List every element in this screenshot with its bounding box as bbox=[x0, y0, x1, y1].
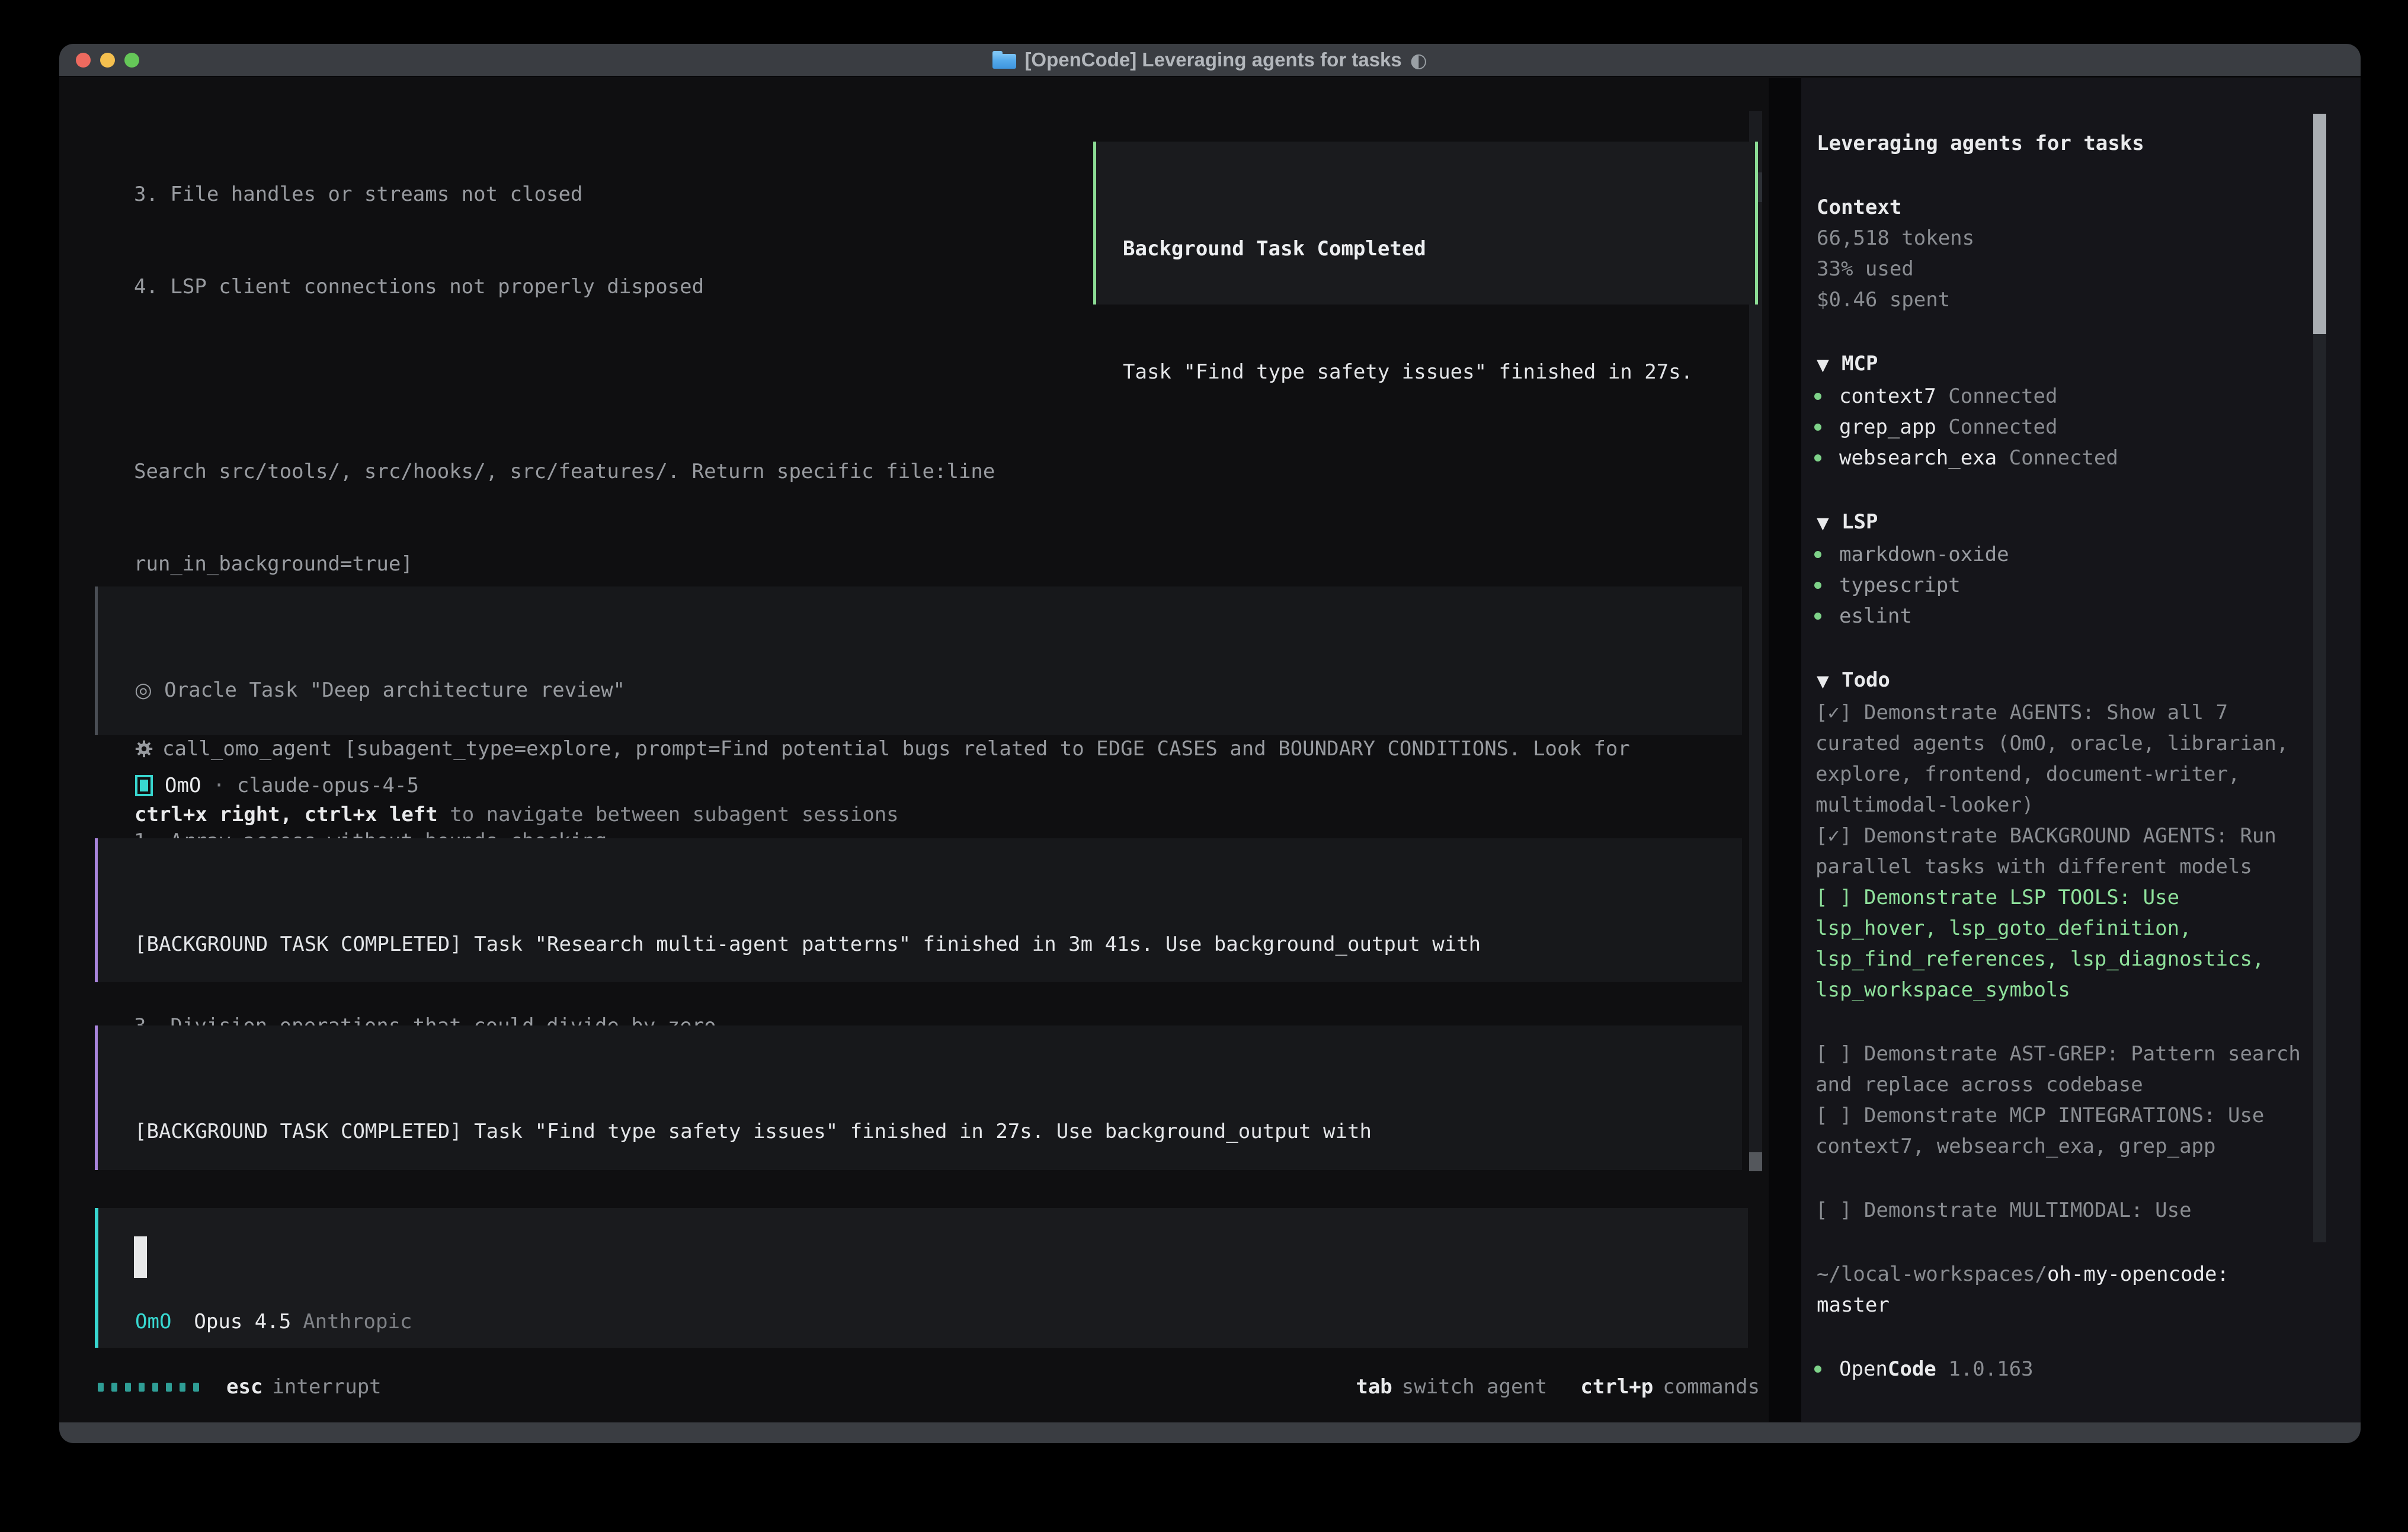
progress-spinner bbox=[98, 1383, 199, 1392]
tab-key-hint: tab bbox=[1356, 1371, 1392, 1402]
lsp-item: eslint bbox=[1811, 601, 2311, 632]
collapse-triangle-icon: ▼ bbox=[1817, 666, 1842, 697]
green-dot-icon bbox=[1814, 582, 1821, 589]
terminal-pane: 3. File handles or streams not closed 4.… bbox=[59, 78, 1769, 1422]
todo-section-header[interactable]: ▼Todo bbox=[1811, 665, 2311, 697]
background-task-message: [BACKGROUND TASK COMPLETED] Task "Find t… bbox=[95, 1025, 1742, 1170]
sidebar-scrollbar[interactable] bbox=[2313, 114, 2326, 1242]
prompt-input[interactable]: OmO Opus 4.5 Anthropic bbox=[95, 1208, 1748, 1348]
window-title: [OpenCode] Leveraging agents for tasks ◐ bbox=[992, 49, 1427, 72]
workspace-path: ~/local-workspaces/oh-my-opencode: bbox=[1811, 1259, 2311, 1290]
agent-model: claude-opus-4-5 bbox=[237, 770, 419, 801]
half-circle-icon: ◐ bbox=[1410, 49, 1427, 72]
subagent-nav-hint: ctrl+x right, ctrl+x left to navigate be… bbox=[135, 802, 1742, 827]
mcp-item: context7 Connected bbox=[1811, 381, 2311, 412]
minimize-button[interactable] bbox=[100, 53, 115, 68]
context-heading: Context bbox=[1811, 192, 2311, 223]
git-branch: master bbox=[1811, 1290, 2311, 1321]
input-model-name: Opus 4.5 bbox=[194, 1306, 291, 1337]
agent-name: OmO bbox=[165, 770, 201, 801]
esc-key-hint: esc bbox=[226, 1371, 262, 1402]
green-dot-icon bbox=[1814, 454, 1821, 461]
todo-item-pending: [ ] Demonstrate MULTIMODAL: Use bbox=[1811, 1195, 2311, 1226]
separator-dot: · bbox=[213, 770, 225, 801]
window-title-text: [OpenCode] Leveraging agents for tasks bbox=[1024, 49, 1401, 71]
todo-item-pending: [ ] Demonstrate MCP INTEGRATIONS: Use co… bbox=[1811, 1100, 2311, 1162]
version-row: OpenCode 1.0.163 bbox=[1811, 1354, 2311, 1384]
lsp-section-header[interactable]: ▼LSP bbox=[1811, 507, 2311, 539]
session-sidebar: Leveraging agents for tasks Context 66,5… bbox=[1801, 78, 2361, 1422]
session-title: Leveraging agents for tasks bbox=[1811, 128, 2311, 159]
collapse-triangle-icon: ▼ bbox=[1817, 508, 1842, 539]
input-provider-name: Anthropic bbox=[303, 1306, 412, 1337]
window-bottom-chrome bbox=[59, 1422, 2361, 1443]
bullseye-icon: ◎ bbox=[135, 678, 152, 702]
zoom-button[interactable] bbox=[124, 53, 139, 68]
green-dot-icon bbox=[1814, 613, 1821, 620]
app-window: [OpenCode] Leveraging agents for tasks ◐… bbox=[59, 44, 2361, 1443]
message-line: [BACKGROUND TASK COMPLETED] Task "Find t… bbox=[135, 1117, 1742, 1146]
ctrlp-key-hint: ctrl+p bbox=[1580, 1371, 1653, 1402]
green-dot-icon bbox=[1814, 393, 1821, 400]
tab-key-label: switch agent bbox=[1402, 1371, 1548, 1402]
green-dot-icon bbox=[1814, 1366, 1821, 1373]
context-spent: $0.46 spent bbox=[1811, 284, 2311, 315]
close-button[interactable] bbox=[76, 53, 91, 68]
agent-icon bbox=[135, 775, 153, 796]
oracle-task-box: ◎ Oracle Task "Deep architecture review"… bbox=[95, 586, 1742, 735]
status-bar: esc interrupt tab switch agent ctrl+p co… bbox=[98, 1371, 1760, 1402]
agent-session-header: OmO · claude-opus-4-5 bbox=[135, 770, 419, 801]
green-dot-icon bbox=[1814, 551, 1821, 558]
context-used: 33% used bbox=[1811, 254, 2311, 284]
todo-item-pending: [ ] Demonstrate AST-GREP: Pattern search… bbox=[1811, 1039, 2311, 1100]
collapse-triangle-icon: ▼ bbox=[1817, 350, 1842, 381]
notification-body: Task "Find type safety issues" finished … bbox=[1123, 360, 1743, 384]
mcp-section-header[interactable]: ▼MCP bbox=[1811, 348, 2311, 381]
folder-icon bbox=[992, 51, 1016, 69]
background-task-notification: Background Task Completed Task "Find typ… bbox=[1093, 142, 1758, 305]
todo-item-active: [ ] Demonstrate LSP TOOLS: Use lsp_hover… bbox=[1811, 882, 2311, 1005]
scrollbar-thumb-bottom[interactable] bbox=[1749, 1152, 1762, 1171]
sidebar-scrollbar-thumb[interactable] bbox=[2313, 114, 2326, 334]
todo-item-done: [✓] Demonstrate BACKGROUND AGENTS: Run p… bbox=[1811, 821, 2311, 882]
input-meta: OmO Opus 4.5 Anthropic bbox=[135, 1306, 412, 1337]
esc-key-label: interrupt bbox=[272, 1371, 381, 1402]
terminal-line: run_in_background=true] bbox=[134, 549, 1630, 579]
lsp-item: typescript bbox=[1811, 570, 2311, 601]
oracle-task-title: ◎ Oracle Task "Deep architecture review" bbox=[135, 678, 1742, 703]
message-line: [BACKGROUND TASK COMPLETED] Task "Resear… bbox=[135, 930, 1742, 959]
todo-item-done: [✓] Demonstrate AGENTS: Show all 7 curat… bbox=[1811, 697, 2311, 821]
text-cursor bbox=[134, 1236, 147, 1278]
mcp-item: grep_app Connected bbox=[1811, 412, 2311, 443]
context-tokens: 66,518 tokens bbox=[1811, 223, 2311, 254]
pane-divider bbox=[1769, 78, 1801, 1422]
notification-title: Background Task Completed bbox=[1123, 236, 1743, 261]
window-controls bbox=[76, 44, 139, 76]
lsp-item: markdown-oxide bbox=[1811, 539, 2311, 570]
mcp-item: websearch_exa Connected bbox=[1811, 443, 2311, 473]
green-dot-icon bbox=[1814, 424, 1821, 431]
terminal-line: Search src/tools/, src/hooks/, src/featu… bbox=[134, 456, 1630, 487]
title-bar: [OpenCode] Leveraging agents for tasks ◐ bbox=[59, 44, 2361, 77]
ctrlp-key-label: commands bbox=[1663, 1371, 1760, 1402]
background-task-message: [BACKGROUND TASK COMPLETED] Task "Resear… bbox=[95, 838, 1742, 982]
input-agent-name: OmO bbox=[135, 1306, 171, 1337]
